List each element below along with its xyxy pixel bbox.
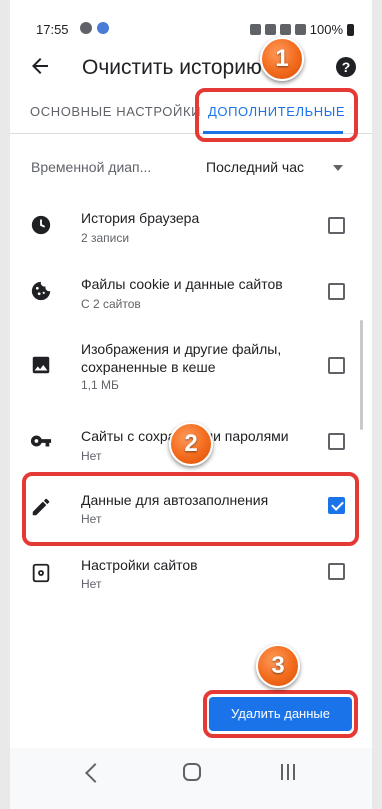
item-subtitle: 2 записи (81, 231, 130, 245)
list-item-browsing-history[interactable]: История браузера 2 записи (10, 200, 372, 256)
highlight-box-delete (203, 690, 358, 738)
checkbox-cookies[interactable] (328, 283, 345, 300)
time-range-row: Временной диап... Последний час (10, 150, 372, 186)
nav-recents-icon[interactable] (280, 764, 296, 780)
list-item-site-settings[interactable]: Настройки сайтов Нет (10, 550, 372, 606)
nav-back-icon[interactable] (85, 763, 105, 783)
item-title: История браузера (81, 210, 200, 226)
checkbox-browsing-history[interactable] (328, 217, 345, 234)
blocked-icon (294, 24, 306, 35)
scrollbar[interactable] (360, 320, 363, 430)
status-bar: 17:55 100% (10, 0, 372, 37)
status-right-icons: 100% (249, 22, 354, 37)
system-nav-bar (10, 748, 372, 809)
phone-screen: 17:55 100% Очистить историю ? ОСНОВНЫЕ Н… (10, 0, 372, 809)
cookie-icon (31, 281, 51, 301)
list-item-cookies[interactable]: Файлы cookie и данные сайтов С 2 сайтов (10, 266, 372, 322)
dropdown-arrow-icon[interactable] (333, 165, 343, 171)
help-icon[interactable]: ? (336, 57, 356, 77)
highlight-box-autofill (22, 472, 359, 546)
item-subtitle: С 2 сайтов (81, 297, 141, 311)
alarm-icon (249, 24, 261, 35)
status-time: 17:55 (36, 22, 69, 37)
arrow-back-icon[interactable] (28, 54, 52, 78)
checkbox-site-settings[interactable] (328, 563, 345, 580)
item-title: Файлы cookie и данные сайтов (81, 276, 283, 292)
item-title: Изображения и другие файлы, сохраненные … (81, 341, 282, 375)
sim-icon (80, 22, 92, 34)
item-title: Настройки сайтов (81, 557, 198, 573)
item-subtitle: Нет (81, 577, 102, 591)
tab-basic[interactable]: ОСНОВНЫЕ НАСТРОЙКИ (30, 104, 201, 119)
annotation-badge-2: 2 (169, 422, 213, 466)
time-range-select[interactable]: Последний час (206, 159, 304, 175)
page-title: Очистить историю (82, 56, 262, 79)
time-range-label: Временной диап... (31, 159, 152, 175)
checkbox-saved-passwords[interactable] (328, 433, 345, 450)
nav-home-icon[interactable] (183, 763, 201, 781)
item-subtitle: 1,1 МБ (81, 378, 119, 392)
battery-icon (347, 23, 354, 36)
status-left-icons (80, 22, 109, 34)
clock-icon (31, 215, 51, 235)
checkbox-cached-files[interactable] (328, 357, 345, 374)
item-subtitle: Нет (81, 449, 102, 463)
highlight-box-tab (195, 88, 358, 142)
annotation-badge-1: 1 (260, 37, 304, 81)
mute-icon (264, 24, 276, 35)
list-item-cached-files[interactable]: Изображения и другие файлы, сохраненные … (10, 332, 372, 398)
site-settings-icon (32, 563, 50, 583)
wifi-icon (279, 24, 291, 35)
image-icon (32, 356, 50, 374)
app-icon (97, 22, 109, 34)
annotation-badge-3: 3 (256, 644, 300, 688)
key-icon (30, 435, 52, 447)
battery-percent: 100% (309, 22, 343, 37)
